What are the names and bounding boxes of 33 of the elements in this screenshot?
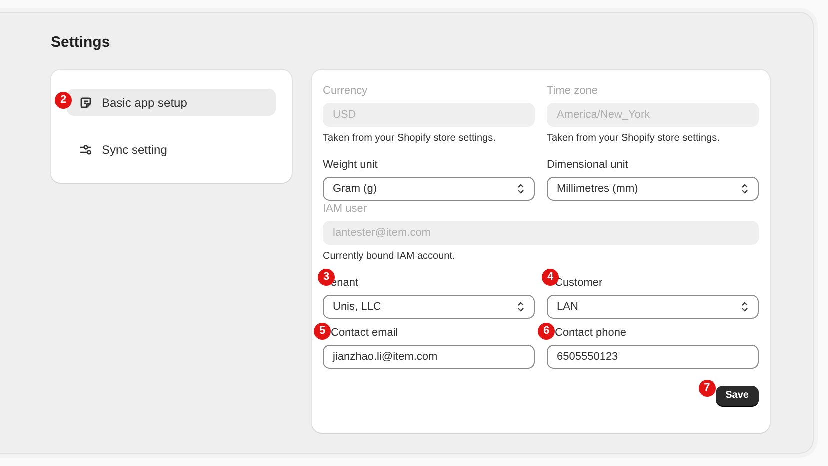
input-field[interactable]: jianzhao.li@item.com [323, 345, 535, 369]
field-label: Contact phone [555, 326, 627, 338]
help-text: Currently bound IAM account. [323, 251, 456, 263]
step-badge: 7 [698, 380, 716, 397]
step-badge: 6 [538, 323, 555, 340]
chevron-icon [741, 183, 749, 195]
help-text: Taken from your Shopify store settings. [547, 133, 721, 145]
field-label: Currency [323, 84, 368, 96]
step-badge: 2 [55, 92, 72, 109]
page-title: Settings [51, 35, 112, 51]
chevron-icon [741, 301, 749, 313]
select-field[interactable]: Unis, LLC [323, 295, 535, 319]
sliders-icon [79, 142, 93, 156]
chevron-icon [517, 301, 525, 313]
chevron-icon [517, 183, 525, 195]
input-field: USD [323, 103, 535, 127]
input-field[interactable]: 6505550123 [547, 345, 759, 369]
save-button[interactable]: Save [716, 386, 759, 406]
field-label: Weight unit [323, 158, 378, 170]
select-field[interactable]: LAN [547, 295, 759, 319]
field-label: Contact email [331, 326, 398, 338]
field-label: Time zone [547, 84, 598, 96]
sidebar-item[interactable]: Basic app setup [67, 89, 276, 116]
note-icon [79, 96, 93, 110]
select-field[interactable]: Gram (g) [323, 177, 535, 201]
help-text: Taken from your Shopify store settings. [323, 133, 497, 145]
input-field: America/New_York [547, 103, 759, 127]
sidebar-item[interactable]: Sync setting [67, 136, 276, 163]
field-label: IAM user [323, 202, 368, 214]
field-label: Dimensional unit [547, 158, 628, 170]
step-badge: 5 [314, 323, 331, 340]
input-field: lantester@item.com [323, 221, 759, 245]
select-field[interactable]: Millimetres (mm) [547, 177, 759, 201]
